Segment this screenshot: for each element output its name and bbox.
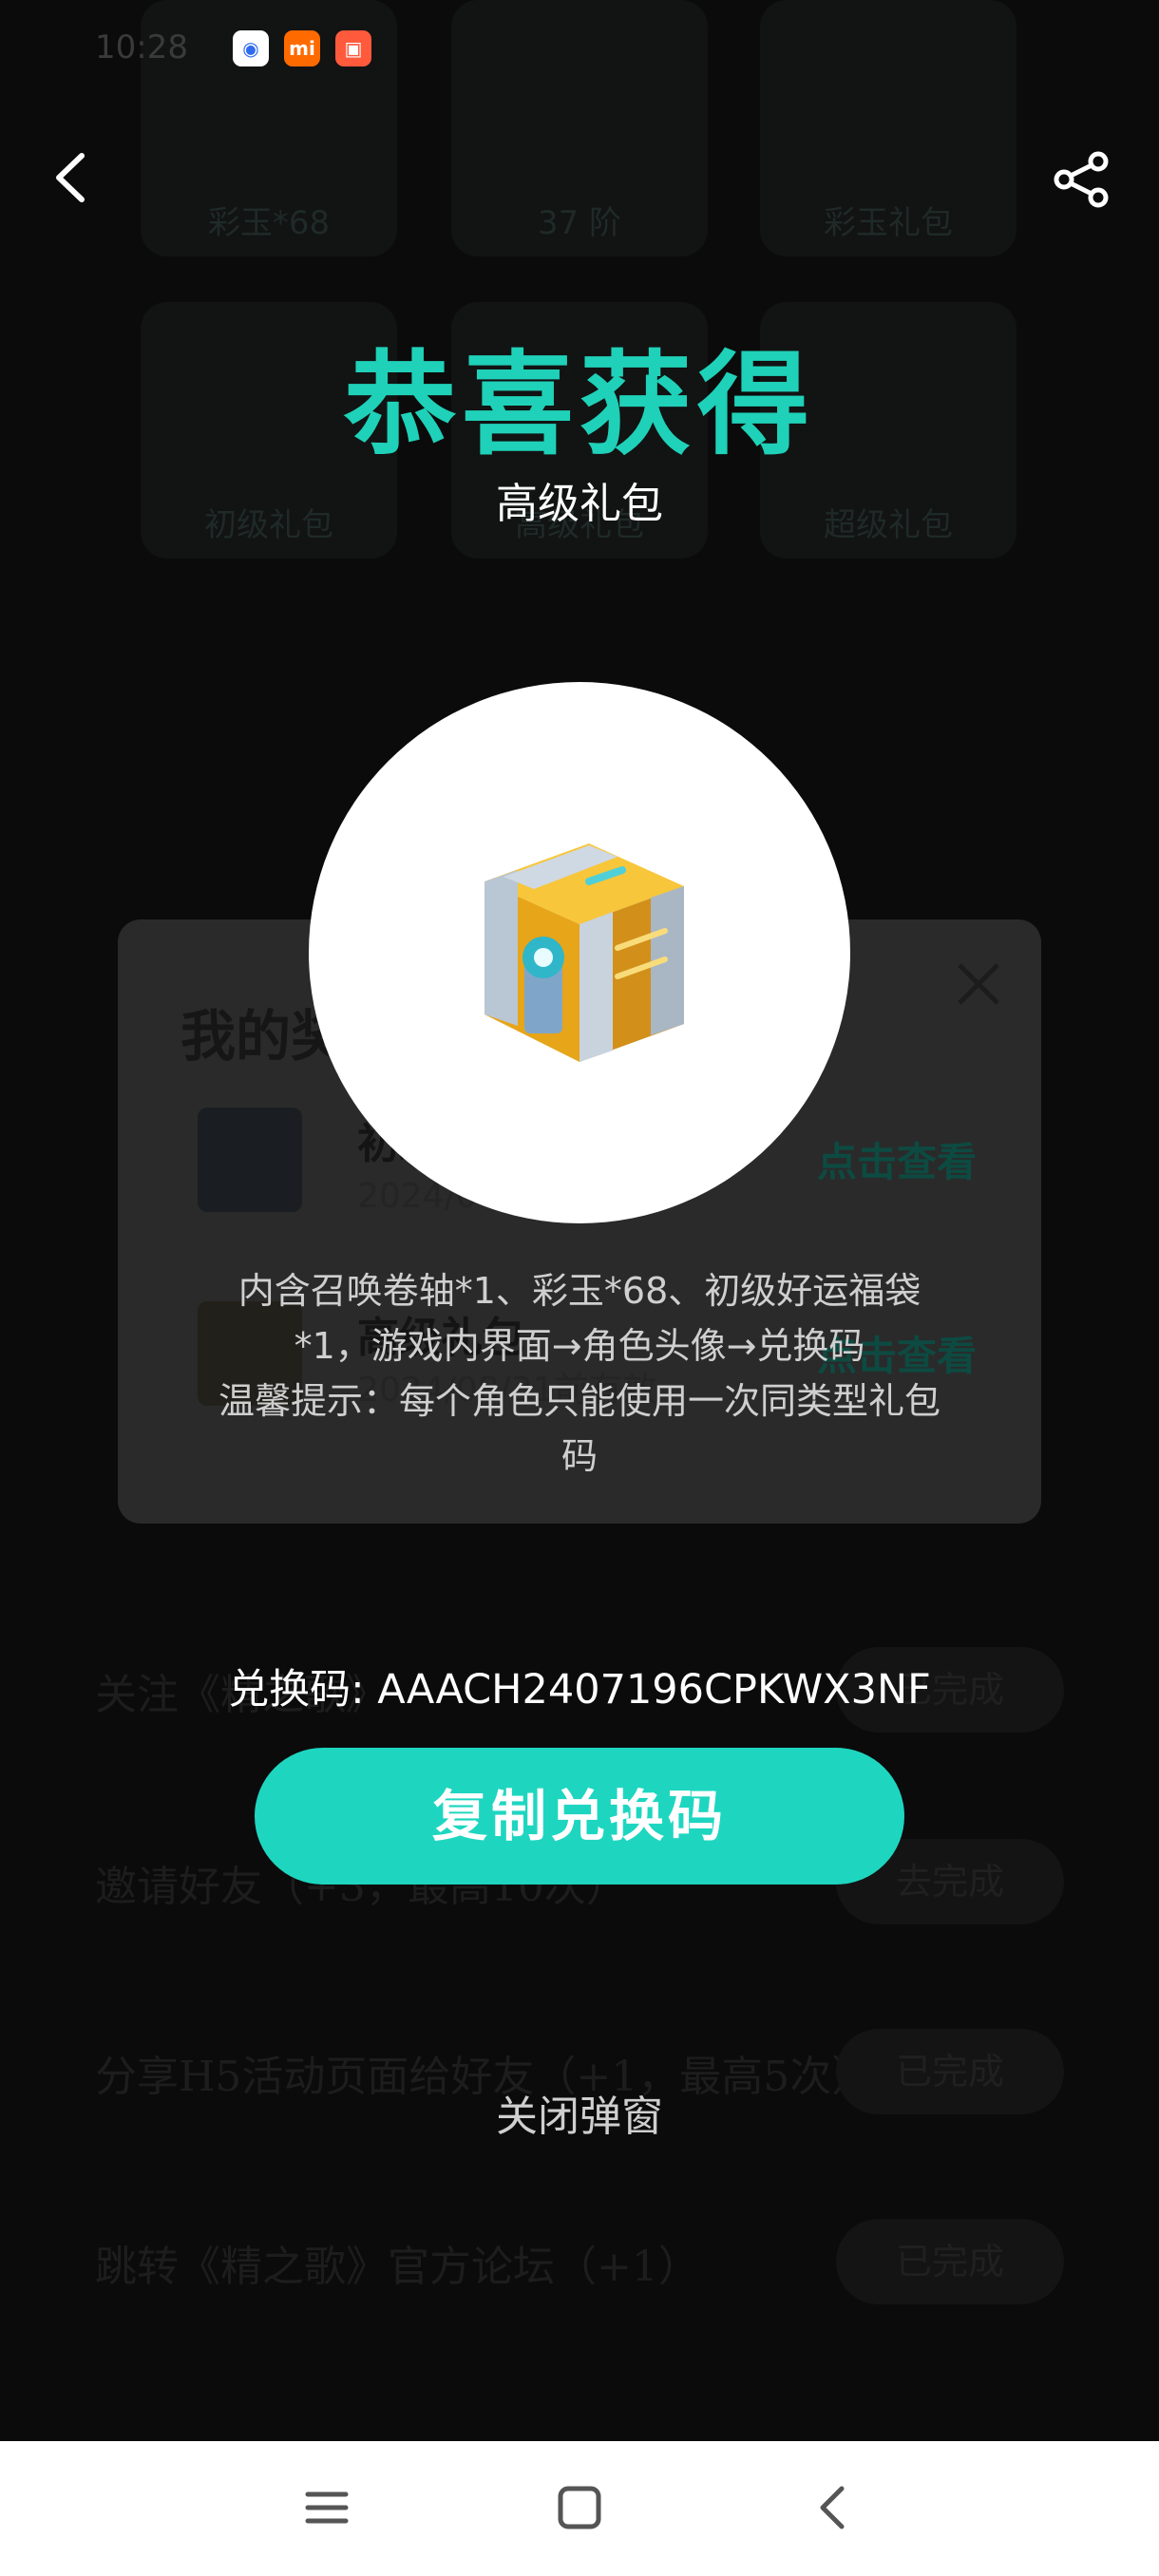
system-nav-bar: [0, 2441, 1159, 2576]
copy-code-button[interactable]: 复制兑换码: [255, 1748, 904, 1885]
home-square-icon[interactable]: [551, 2479, 608, 2536]
bg-prize-label: 37 阶: [537, 204, 622, 242]
bg-task-label: 跳转《精之歌》官方论坛（+1）: [95, 2243, 700, 2291]
redeem-code: 兑换码: AAACH2407196CPKWX3NF: [228, 1666, 931, 1714]
gift-chest-icon: [484, 843, 684, 1062]
view-prize-link[interactable]: 点击查看: [817, 1130, 977, 1188]
clipboard-app-icon: ▣: [335, 30, 371, 66]
gift-tip-line: 温馨提示：每个角色只能使用一次同类型礼包: [218, 1380, 940, 1422]
bg-prize-card: 彩玉礼包: [760, 0, 1016, 256]
mi-store-app-icon: mi: [284, 30, 320, 66]
share-icon[interactable]: [1053, 150, 1112, 209]
bg-task-row: 跳转《精之歌》官方论坛（+1） 已完成: [95, 2219, 1064, 2304]
popup-subtitle: 高级礼包: [496, 480, 663, 528]
gift-box-icon: [198, 1108, 302, 1212]
status-time: 10:28: [95, 28, 188, 66]
bg-prize-card: 37 阶: [451, 0, 708, 256]
chevron-left-icon[interactable]: [48, 150, 93, 205]
browser-app-icon: ◉: [233, 30, 269, 66]
bg-task-button: 已完成: [836, 2219, 1064, 2304]
gift-description-line: 内含召唤卷轴*1、彩玉*68、初级好运福袋: [238, 1270, 922, 1312]
bg-prize-label: 彩玉礼包: [824, 204, 953, 242]
prize-image-circle: [309, 682, 850, 1223]
menu-icon[interactable]: [298, 2479, 355, 2536]
gift-tip-line: 码: [560, 1435, 598, 1477]
close-icon[interactable]: [952, 957, 1005, 1011]
bg-prize-label: 彩玉*68: [207, 204, 331, 242]
gift-description-line: *1，游戏内界面→角色头像→兑换码: [294, 1325, 865, 1367]
popup-title: 恭喜获得: [343, 339, 815, 470]
back-triangle-icon[interactable]: [806, 2479, 863, 2536]
gift-description: 内含召唤卷轴*1、彩玉*68、初级好运福袋 *1，游戏内界面→角色头像→兑换码 …: [200, 1263, 960, 1484]
close-popup-link[interactable]: 关闭弹窗: [0, 2082, 1159, 2143]
